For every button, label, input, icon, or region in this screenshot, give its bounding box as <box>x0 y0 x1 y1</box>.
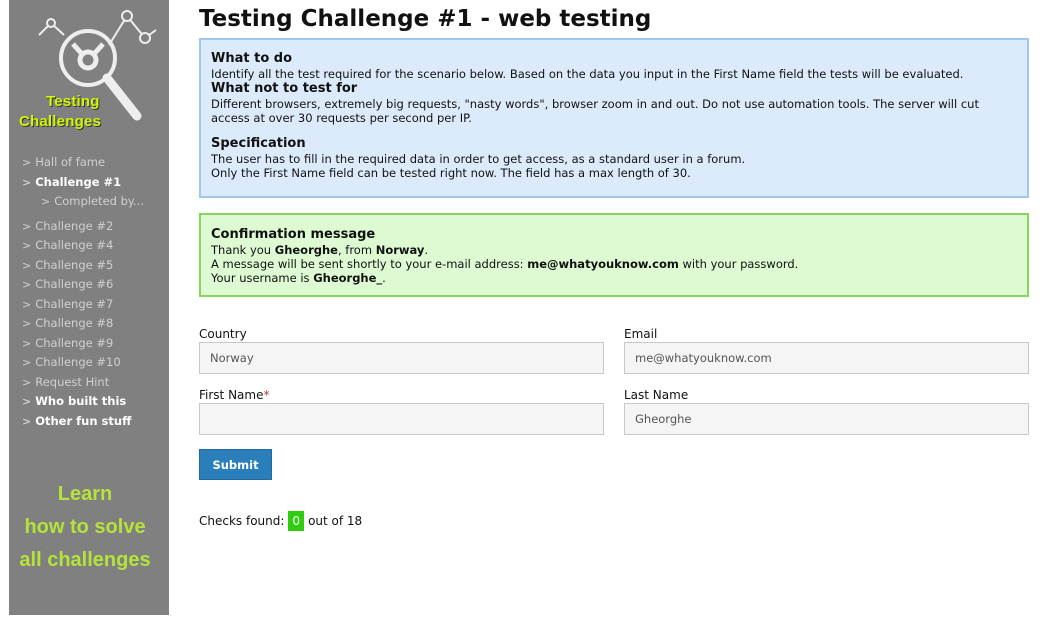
confirmed-name: Gheorghe <box>274 243 338 257</box>
nav-challenge-8[interactable]: > Challenge #8 <box>22 314 167 334</box>
nav-label: Challenge #1 <box>35 174 122 189</box>
nav-label: Challenge #4 <box>35 238 114 252</box>
label-text: First Name <box>199 388 264 402</box>
nav-label: Request Hint <box>35 374 110 389</box>
page-title: Testing Challenge #1 - web testing <box>199 6 652 32</box>
last-name-label: Last Name <box>624 388 689 402</box>
learn-solutions-link[interactable]: Learn how to solve all challenges <box>9 478 161 577</box>
checks-prefix: Checks found: <box>199 514 285 528</box>
text: . <box>424 243 429 257</box>
nav-request-hint[interactable]: > Request Hint <box>22 373 167 393</box>
nav-other-fun-stuff[interactable]: > Other fun stuff <box>22 412 167 432</box>
checks-suffix: out of 18 <box>308 514 363 528</box>
chevron-right-icon: > <box>22 258 32 272</box>
confirmation-username-line: Your username is Gheorghe_. <box>211 271 1017 285</box>
country-label: Country <box>199 327 247 341</box>
nav-challenge-6[interactable]: > Challenge #6 <box>22 275 167 295</box>
confirmed-country: Norway <box>375 243 425 257</box>
confirmation-email-line: A message will be sent shortly to your e… <box>211 257 1017 271</box>
first-name-input[interactable] <box>199 403 604 435</box>
chevron-right-icon: > <box>22 278 32 291</box>
chevron-right-icon: > <box>22 175 32 189</box>
chevron-right-icon: > <box>41 195 51 208</box>
confirmation-box: Confirmation message Thank you Gheorghe,… <box>199 213 1029 297</box>
first-name-field-group: First Name* <box>199 388 604 435</box>
specification-line-2: Only the First Name field can be tested … <box>211 166 691 180</box>
chevron-right-icon: > <box>22 375 32 389</box>
what-to-do-text: Identify all the test required for the s… <box>211 67 964 81</box>
text: A message will be sent shortly to your e… <box>211 257 528 271</box>
sidebar-nav: > Hall of fame > Challenge #1 > Completed b… <box>22 153 167 431</box>
nav-hall-of-fame[interactable]: > Hall of fame <box>22 153 167 173</box>
nav-label: Challenge #10 <box>35 355 121 369</box>
chevron-right-icon: > <box>22 317 32 330</box>
what-not-text: Different browsers, extremely big reques… <box>211 97 979 125</box>
chevron-right-icon: > <box>22 297 32 311</box>
nav-challenge-9[interactable]: > Challenge #9 <box>22 334 167 354</box>
nav-label: Other fun stuff <box>35 413 132 428</box>
what-not-heading: What not to test for <box>211 81 358 96</box>
learn-line-1: Learn <box>57 483 113 505</box>
text: with your password. <box>678 257 799 271</box>
logo-text-challenges: Challenges <box>19 113 102 130</box>
nav-challenge-2[interactable]: > Challenge #2 <box>22 217 167 237</box>
confirmed-username: Gheorghe_ <box>313 271 383 285</box>
nav-label: Challenge #5 <box>35 257 114 272</box>
nav-challenge-7[interactable]: > Challenge #7 <box>22 295 167 315</box>
nav-label: Hall of fame <box>35 155 106 169</box>
chevron-right-icon: > <box>22 156 32 169</box>
sidebar: Testing Challenges > Hall of fame > Challe… <box>9 0 169 615</box>
learn-line-3: all challenges <box>19 549 151 571</box>
nav-label: Challenge #9 <box>35 335 114 350</box>
required-asterisk: * <box>263 388 270 402</box>
checks-found-badge: 0 <box>288 511 305 531</box>
text: . <box>382 271 386 285</box>
what-to-do-heading: What to do <box>211 51 293 66</box>
chevron-right-icon: > <box>22 414 32 428</box>
chevron-right-icon: > <box>22 356 32 369</box>
chevron-right-icon: > <box>22 336 32 350</box>
logo-text-testing: Testing <box>46 93 100 110</box>
logo[interactable]: Testing Challenges <box>9 0 169 140</box>
text: Your username is <box>211 271 314 285</box>
instructions-box: What to do Identify all the test require… <box>199 38 1029 198</box>
confirmed-email: me@whatyouknow.com <box>527 257 679 271</box>
nav-challenge-10[interactable]: > Challenge #10 <box>22 353 167 373</box>
email-input[interactable] <box>624 342 1029 374</box>
chevron-right-icon: > <box>22 239 32 252</box>
first-name-label: First Name* <box>199 388 604 402</box>
email-field-group: Email <box>624 327 1029 374</box>
country-field-group: Country <box>199 327 604 374</box>
nav-completed-by[interactable]: > Completed by... <box>22 192 167 212</box>
nav-label: Who built this <box>35 394 127 408</box>
nav-challenge-1[interactable]: > Challenge #1 <box>22 173 167 193</box>
nav-challenge-5[interactable]: > Challenge #5 <box>22 256 167 276</box>
country-input[interactable] <box>199 342 604 374</box>
chevron-right-icon: > <box>22 395 32 408</box>
last-name-field-group: Last Name <box>624 388 1029 435</box>
checks-counter: Checks found: 0 out of 18 <box>199 511 362 531</box>
learn-line-2: how to solve <box>24 516 146 538</box>
nav-who-built-this[interactable]: > Who built this <box>22 392 167 412</box>
confirmation-heading: Confirmation message <box>211 227 376 242</box>
specification-line-1: The user has to fill in the required dat… <box>211 152 746 166</box>
text: , from <box>337 243 376 257</box>
nav-label: Challenge #8 <box>35 316 114 330</box>
nav-label: Challenge #7 <box>35 296 114 311</box>
text: Thank you <box>211 243 275 257</box>
nav-label: Challenge #6 <box>35 277 114 291</box>
nav-label: Completed by... <box>54 194 145 208</box>
email-label: Email <box>624 327 658 341</box>
chevron-right-icon: > <box>22 219 32 233</box>
submit-button[interactable]: Submit <box>199 449 272 480</box>
specification-heading: Specification <box>211 136 306 151</box>
nav-label: Challenge #2 <box>35 218 114 233</box>
confirmation-thanks: Thank you Gheorghe, from Norway. <box>211 243 1017 257</box>
nav-challenge-4[interactable]: > Challenge #4 <box>22 236 167 256</box>
last-name-input[interactable] <box>624 403 1029 435</box>
